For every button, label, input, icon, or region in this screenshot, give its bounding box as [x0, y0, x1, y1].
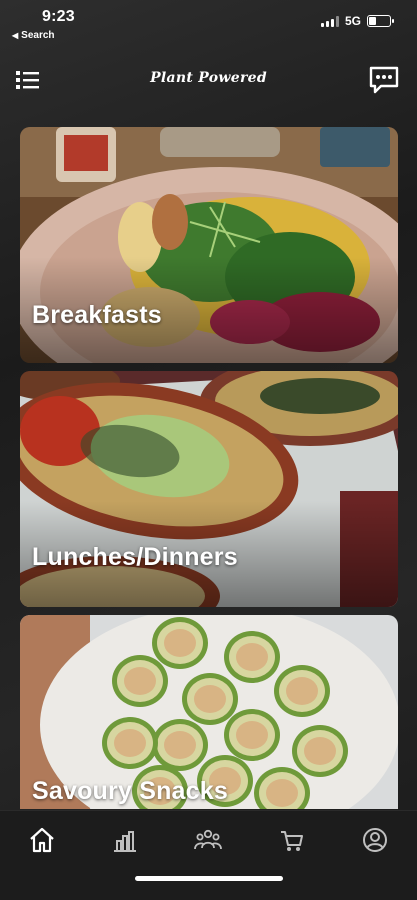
nav-progress[interactable]: [110, 825, 140, 855]
nav-community[interactable]: [193, 825, 223, 855]
home-icon: [30, 827, 54, 853]
home-indicator: [135, 876, 283, 881]
category-label: Lunches/Dinners: [32, 543, 238, 571]
chat-bubble-icon: [369, 66, 399, 94]
network-label: 5G: [344, 14, 361, 28]
category-label: Savoury Snacks: [32, 777, 228, 805]
signal-icon: [320, 15, 339, 27]
bottom-nav: [0, 810, 417, 900]
back-arrow-icon: ◀: [12, 31, 19, 40]
community-icon: [194, 829, 222, 850]
nav-shopping-cart[interactable]: [277, 825, 307, 855]
status-time: 9:23: [42, 8, 75, 25]
brand-logo: Plant Powered: [150, 70, 267, 86]
status-indicators: 5G: [320, 14, 394, 28]
category-card-savoury-snacks[interactable]: Savoury Snacks: [20, 615, 398, 809]
cart-icon: [281, 831, 303, 851]
back-to-search-link[interactable]: ◀ Search: [12, 30, 55, 41]
nav-home[interactable]: [27, 825, 57, 855]
bar-chart-icon: [114, 831, 136, 852]
back-label: Search: [21, 30, 55, 41]
nav-profile[interactable]: [360, 825, 390, 855]
top-bar: Plant Powered: [0, 58, 417, 102]
category-label: Breakfasts: [32, 301, 162, 329]
battery-icon: [367, 15, 394, 27]
profile-icon: [363, 828, 387, 852]
category-card-lunches-dinners[interactable]: Lunches/Dinners: [20, 371, 398, 607]
category-card-breakfasts[interactable]: Breakfasts: [20, 127, 398, 363]
battery-level: [369, 17, 376, 25]
chat-button[interactable]: [369, 66, 399, 94]
status-bar: 9:23 ◀ Search 5G: [0, 0, 417, 48]
